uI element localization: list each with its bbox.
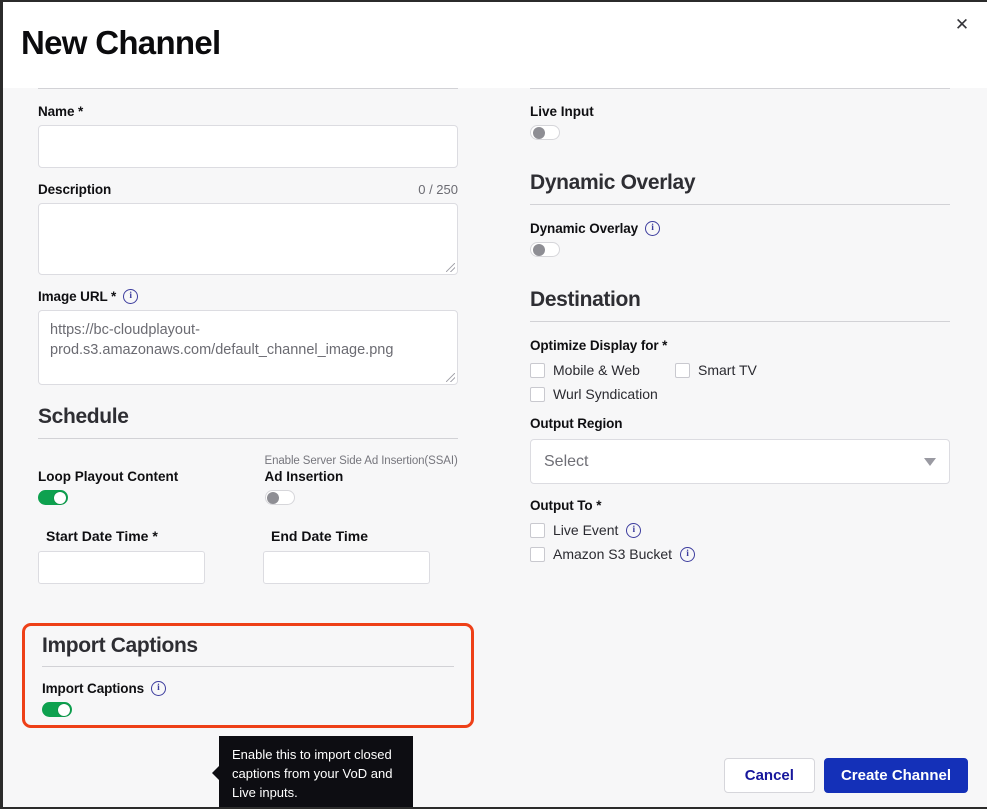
- live-input-label: Live Input: [530, 104, 950, 119]
- divider: [530, 321, 950, 322]
- import-captions-label: Import Captions: [42, 681, 144, 696]
- checkbox-live-event[interactable]: Live Event i: [530, 522, 950, 538]
- schedule-toggles-row: Loop Playout Content Enable Server Side …: [38, 455, 458, 510]
- dynamic-overlay-section-title: Dynamic Overlay: [530, 171, 950, 195]
- close-icon[interactable]: ✕: [948, 10, 976, 38]
- image-url-label: Image URL *: [38, 289, 116, 304]
- import-captions-section-title: Import Captions: [42, 634, 454, 658]
- info-icon[interactable]: i: [645, 221, 660, 236]
- dynamic-overlay-toggle[interactable]: [530, 242, 560, 257]
- name-input[interactable]: [38, 125, 458, 168]
- divider: [42, 666, 454, 667]
- output-to-label: Output To *: [530, 498, 950, 513]
- destination-section-title: Destination: [530, 288, 950, 312]
- schedule-section: Schedule Loop Playout Content Enable Ser…: [38, 405, 458, 584]
- dynamic-overlay-label: Dynamic Overlay: [530, 221, 638, 236]
- checkbox-smart-tv[interactable]: Smart TV: [675, 362, 757, 378]
- output-region-label: Output Region: [530, 416, 950, 431]
- ad-insertion-group: Enable Server Side Ad Insertion(SSAI) Ad…: [265, 455, 459, 510]
- loop-playout-group: Loop Playout Content: [38, 455, 232, 510]
- loop-playout-label: Loop Playout Content: [38, 469, 232, 484]
- output-region-value: Select: [544, 453, 588, 471]
- date-time-row: Start Date Time * End Date Time: [38, 528, 458, 584]
- start-date-time-group: Start Date Time *: [38, 528, 233, 584]
- divider: [38, 88, 458, 89]
- modal-body: Name * Description 0 / 250 Image URL * i: [3, 88, 987, 743]
- checkbox-wurl-syndication[interactable]: Wurl Syndication: [530, 386, 950, 402]
- info-icon[interactable]: i: [151, 681, 166, 696]
- loop-playout-toggle[interactable]: [38, 490, 68, 505]
- divider: [530, 204, 950, 205]
- divider: [38, 438, 458, 439]
- live-input-toggle[interactable]: [530, 125, 560, 140]
- start-date-time-label: Start Date Time *: [38, 528, 233, 544]
- checkbox-label: Mobile & Web: [553, 362, 640, 378]
- ad-insertion-hint: Enable Server Side Ad Insertion(SSAI): [265, 455, 459, 467]
- info-icon[interactable]: i: [626, 523, 641, 538]
- description-textarea-wrap: [38, 203, 458, 275]
- end-date-time-group: End Date Time: [263, 528, 458, 584]
- create-channel-button[interactable]: Create Channel: [824, 758, 968, 793]
- page-title: New Channel: [21, 24, 221, 62]
- name-field-group: Name *: [38, 104, 458, 168]
- info-icon[interactable]: i: [123, 289, 138, 304]
- description-counter: 0 / 250: [418, 182, 458, 197]
- ad-insertion-label: Ad Insertion: [265, 469, 459, 484]
- destination-section: Destination Optimize Display for * Mobil…: [530, 288, 950, 562]
- checkbox-mobile-web[interactable]: Mobile & Web: [530, 362, 675, 378]
- image-url-textarea[interactable]: https://bc-cloudplayout-prod.s3.amazonaw…: [38, 310, 458, 385]
- name-label: Name *: [38, 104, 83, 119]
- checkbox-amazon-s3-bucket[interactable]: Amazon S3 Bucket i: [530, 546, 950, 562]
- start-date-time-input[interactable]: [38, 551, 205, 584]
- modal-header: New Channel ✕: [3, 2, 987, 88]
- divider: [530, 88, 950, 89]
- checkbox-label: Smart TV: [698, 362, 757, 378]
- cancel-button[interactable]: Cancel: [724, 758, 815, 793]
- left-form-column: Name * Description 0 / 250 Image URL * i: [38, 88, 458, 584]
- import-captions-toggle[interactable]: [42, 702, 72, 717]
- modal-footer: Cancel Create Channel: [3, 743, 987, 807]
- description-field-group: Description 0 / 250: [38, 182, 458, 275]
- description-textarea[interactable]: [38, 203, 458, 275]
- checkbox-label: Amazon S3 Bucket: [553, 546, 672, 562]
- checkbox-box[interactable]: [530, 363, 545, 378]
- checkbox-box[interactable]: [530, 387, 545, 402]
- import-captions-label-row: Import Captions i: [42, 681, 454, 696]
- dynamic-overlay-section: Dynamic Overlay Dynamic Overlay i: [530, 171, 950, 262]
- image-url-field-group: Image URL * i https://bc-cloudplayout-pr…: [38, 289, 458, 385]
- info-icon[interactable]: i: [680, 547, 695, 562]
- optimize-display-options-row1: Mobile & Web Smart TV: [530, 362, 950, 386]
- description-label: Description: [38, 182, 111, 197]
- schedule-section-title: Schedule: [38, 405, 458, 429]
- right-form-column: Live Input Dynamic Overlay Dynamic Overl…: [530, 88, 950, 570]
- optimize-display-label: Optimize Display for *: [530, 338, 950, 353]
- new-channel-modal: New Channel ✕ Name * Description 0 / 250: [0, 0, 987, 809]
- checkbox-box[interactable]: [675, 363, 690, 378]
- image-url-textarea-wrap: https://bc-cloudplayout-prod.s3.amazonaw…: [38, 310, 458, 385]
- end-date-time-input[interactable]: [263, 551, 430, 584]
- checkbox-label: Live Event: [553, 522, 618, 538]
- tooltip: Enable this to import closed captions fr…: [219, 736, 413, 809]
- checkbox-label: Wurl Syndication: [553, 386, 658, 402]
- import-captions-section: Import Captions Import Captions i: [22, 623, 474, 728]
- live-input-group: Live Input: [530, 104, 950, 145]
- ad-insertion-toggle[interactable]: [265, 490, 295, 505]
- dynamic-overlay-label-row: Dynamic Overlay i: [530, 221, 950, 236]
- checkbox-box[interactable]: [530, 547, 545, 562]
- checkbox-box[interactable]: [530, 523, 545, 538]
- chevron-down-icon: [924, 458, 936, 466]
- end-date-time-label: End Date Time: [263, 528, 458, 544]
- tooltip-text: Enable this to import closed captions fr…: [232, 747, 392, 800]
- output-region-select[interactable]: Select: [530, 439, 950, 484]
